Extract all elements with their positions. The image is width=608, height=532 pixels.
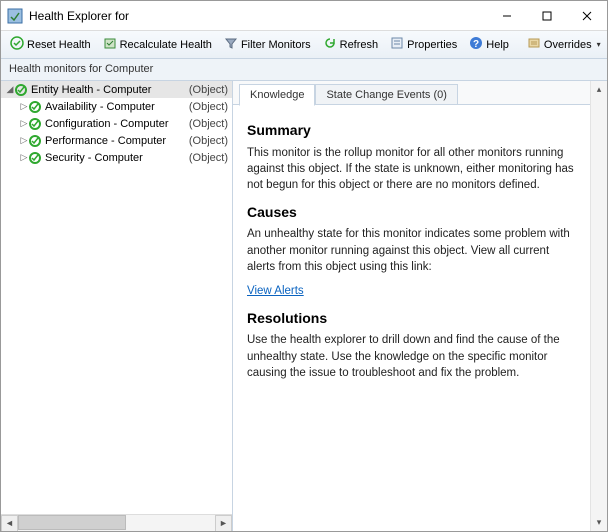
expand-icon[interactable]: ▷	[19, 135, 29, 146]
scroll-left-arrow[interactable]: ◄	[1, 515, 18, 532]
scroll-track[interactable]	[18, 515, 215, 532]
toolbar: Reset Health Recalculate Health Filter M…	[1, 31, 607, 59]
close-button[interactable]	[567, 1, 607, 30]
tree-item-entity-health[interactable]: ◢ Entity Health - Computer(Object)	[1, 81, 232, 98]
tree-item-type: (Object)	[189, 101, 228, 113]
toolbar-label: Reset Health	[27, 39, 91, 51]
tree-item-security[interactable]: ▷ Security - Computer(Object)	[1, 149, 232, 166]
tree-item-type: (Object)	[189, 152, 228, 164]
expand-icon[interactable]: ▷	[19, 101, 29, 112]
summary-text: This monitor is the rollup monitor for a…	[247, 145, 576, 193]
app-icon	[7, 8, 23, 24]
tab-state-change-events[interactable]: State Change Events (0)	[315, 84, 457, 105]
maximize-button[interactable]	[527, 1, 567, 30]
expand-icon[interactable]: ▷	[19, 152, 29, 163]
svg-text:?: ?	[473, 39, 479, 50]
help-icon: ?	[469, 36, 483, 53]
refresh-icon	[323, 36, 337, 53]
title-bar: Health Explorer for	[1, 1, 607, 31]
view-alerts-link[interactable]: View Alerts	[247, 285, 304, 297]
window-title: Health Explorer for	[29, 9, 487, 23]
healthy-icon	[29, 118, 41, 130]
tree-item-availability[interactable]: ▷ Availability - Computer(Object)	[1, 98, 232, 115]
healthy-icon	[29, 101, 41, 113]
healthy-icon	[29, 135, 41, 147]
toolbar-label: Properties	[407, 39, 457, 51]
toolbar-label: Refresh	[340, 39, 379, 51]
tree-item-performance[interactable]: ▷ Performance - Computer(Object)	[1, 132, 232, 149]
window-controls	[487, 1, 607, 30]
tree-item-label: Security - Computer	[45, 152, 189, 164]
check-icon	[10, 36, 24, 53]
healthy-icon	[15, 84, 27, 96]
causes-text: An unhealthy state for this monitor indi…	[247, 226, 576, 274]
tree-item-label: Entity Health - Computer	[31, 84, 189, 96]
properties-button[interactable]: Properties	[385, 34, 462, 55]
tree-body: ◢Entity Health - Computer(Object)▷Availa…	[1, 81, 232, 514]
funnel-icon	[224, 36, 238, 53]
recalc-icon	[103, 36, 117, 53]
tree-pane: ◢Entity Health - Computer(Object)▷Availa…	[1, 81, 233, 531]
scroll-down-arrow[interactable]: ▾	[591, 514, 607, 531]
toolbar-label: Filter Monitors	[241, 39, 311, 51]
toolbar-label: Help	[486, 39, 509, 51]
content-main: Knowledge State Change Events (0) Summar…	[233, 81, 590, 531]
summary-heading: Summary	[247, 121, 576, 141]
collapse-icon[interactable]: ◢	[5, 84, 15, 95]
tab-knowledge[interactable]: Knowledge	[239, 84, 315, 106]
healthy-icon	[29, 152, 41, 164]
knowledge-panel: Summary This monitor is the rollup monit…	[233, 105, 590, 401]
tree-item-type: (Object)	[189, 84, 228, 96]
overrides-button[interactable]: Overrides ▾	[522, 34, 606, 55]
scroll-up-arrow[interactable]: ▴	[591, 81, 607, 98]
causes-heading: Causes	[247, 203, 576, 223]
recalculate-health-button[interactable]: Recalculate Health	[98, 34, 217, 55]
overrides-icon	[527, 36, 541, 53]
tree-item-configuration[interactable]: ▷ Configuration - Computer(Object)	[1, 115, 232, 132]
horizontal-scrollbar[interactable]: ◄ ►	[1, 514, 232, 531]
content-pane: Knowledge State Change Events (0) Summar…	[233, 81, 607, 531]
toolbar-label: Overrides	[544, 39, 592, 51]
tabs: Knowledge State Change Events (0)	[233, 81, 590, 105]
vertical-scrollbar[interactable]: ▴ ▾	[590, 81, 607, 531]
resolutions-text: Use the health explorer to drill down an…	[247, 332, 576, 380]
vscroll-track[interactable]	[591, 98, 607, 514]
properties-icon	[390, 36, 404, 53]
tree-item-type: (Object)	[189, 135, 228, 147]
refresh-button[interactable]: Refresh	[318, 34, 384, 55]
subheader: Health monitors for Computer	[1, 59, 607, 81]
toolbar-label: Recalculate Health	[120, 39, 212, 51]
tree-item-type: (Object)	[189, 118, 228, 130]
filter-monitors-button[interactable]: Filter Monitors	[219, 34, 316, 55]
main-area: ◢Entity Health - Computer(Object)▷Availa…	[1, 81, 607, 531]
chevron-down-icon: ▾	[597, 40, 601, 49]
help-button[interactable]: ? Help	[464, 34, 514, 55]
minimize-button[interactable]	[487, 1, 527, 30]
resolutions-heading: Resolutions	[247, 309, 576, 329]
tree-item-label: Performance - Computer	[45, 135, 189, 147]
tree-item-label: Availability - Computer	[45, 101, 189, 113]
scroll-thumb[interactable]	[18, 515, 126, 530]
tree-item-label: Configuration - Computer	[45, 118, 189, 130]
scroll-right-arrow[interactable]: ►	[215, 515, 232, 532]
reset-health-button[interactable]: Reset Health	[5, 34, 96, 55]
expand-icon[interactable]: ▷	[19, 118, 29, 129]
